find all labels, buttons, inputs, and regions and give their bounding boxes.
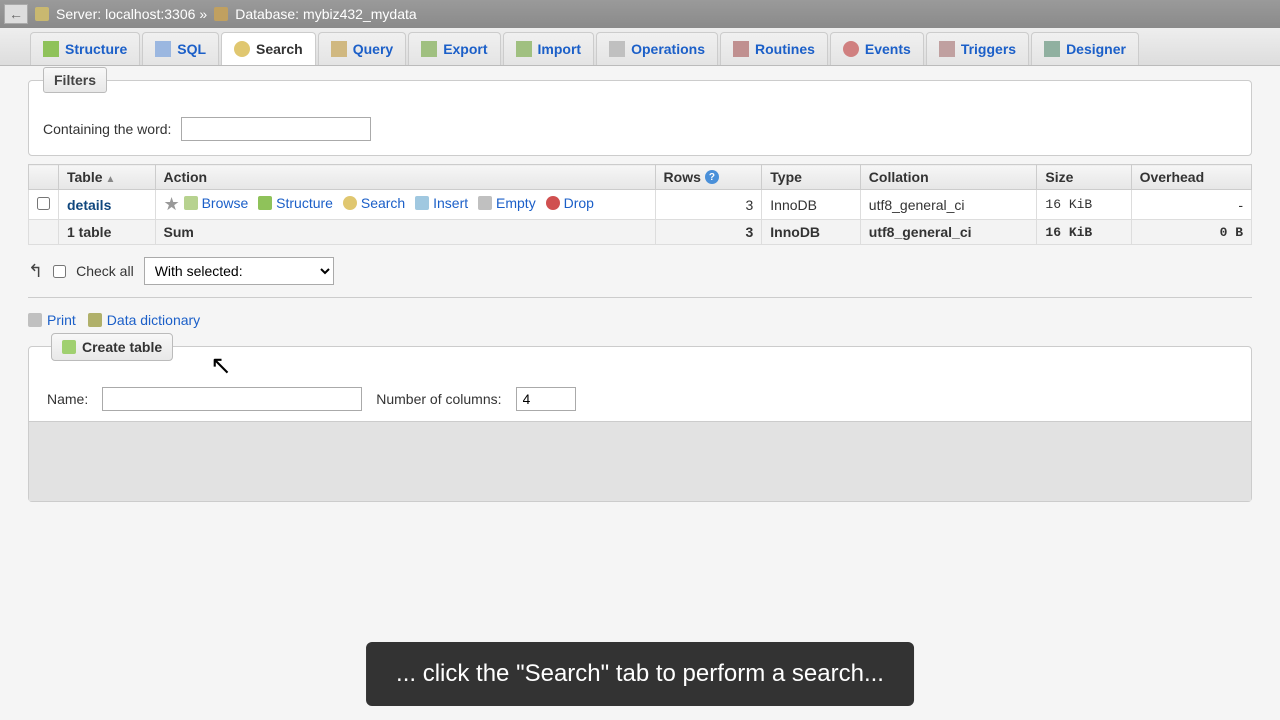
tab-import[interactable]: Import — [503, 32, 595, 65]
name-label: Name: — [47, 391, 88, 407]
empty-link[interactable]: Empty — [478, 195, 536, 211]
up-arrow-icon: ↱ — [28, 261, 43, 282]
tab-operations[interactable]: Operations — [596, 32, 718, 65]
table-name-input[interactable] — [102, 387, 362, 411]
row-checkbox[interactable] — [37, 197, 50, 210]
col-overhead[interactable]: Overhead — [1131, 165, 1251, 190]
database-label: Database: — [235, 6, 299, 22]
export-icon — [421, 41, 437, 57]
query-icon — [331, 41, 347, 57]
tab-structure[interactable]: Structure — [30, 32, 140, 65]
create-table-icon — [62, 340, 76, 354]
help-icon[interactable]: ? — [705, 170, 719, 184]
insert-icon — [415, 196, 429, 210]
database-icon — [214, 7, 228, 21]
designer-icon — [1044, 41, 1060, 57]
back-button[interactable]: ← — [4, 4, 28, 24]
sql-icon — [155, 41, 171, 57]
routines-icon — [733, 41, 749, 57]
create-table-legend: Create table — [51, 333, 173, 361]
events-icon — [843, 41, 859, 57]
create-table-fieldset: Create table Name: Number of columns: — [28, 346, 1252, 502]
drop-link[interactable]: Drop — [546, 195, 594, 211]
tab-routines[interactable]: Routines — [720, 32, 828, 65]
col-action: Action — [155, 165, 655, 190]
tutorial-caption: ... click the "Search" tab to perform a … — [366, 642, 914, 706]
search-icon — [234, 41, 250, 57]
print-icon — [28, 313, 42, 327]
triggers-icon — [939, 41, 955, 57]
sum-tables: 1 table — [59, 220, 156, 245]
tab-search[interactable]: Search — [221, 32, 316, 65]
operations-icon — [609, 41, 625, 57]
structure-icon — [258, 196, 272, 210]
col-collation[interactable]: Collation — [860, 165, 1037, 190]
sum-row: 1 table Sum 3 InnoDB utf8_general_ci 16 … — [29, 220, 1252, 245]
sum-size: 16 KiB — [1037, 220, 1131, 245]
create-table-footer — [29, 421, 1251, 501]
insert-link[interactable]: Insert — [415, 195, 468, 211]
num-columns-input[interactable] — [516, 387, 576, 411]
search-small-icon — [343, 196, 357, 210]
check-all-checkbox[interactable] — [53, 265, 66, 278]
col-type[interactable]: Type — [762, 165, 861, 190]
tables-list: Table▲ Action Rows ? Type Collation Size… — [28, 164, 1252, 245]
table-row: details ★ Browse Structure Search Insert… — [29, 190, 1252, 220]
filters-legend: Filters — [43, 67, 107, 93]
dictionary-icon — [88, 313, 102, 327]
filters-fieldset: Filters Containing the word: — [28, 80, 1252, 156]
row-type: InnoDB — [762, 190, 861, 220]
row-collation: utf8_general_ci — [860, 190, 1037, 220]
data-dictionary-link[interactable]: Data dictionary — [88, 312, 200, 328]
browse-icon — [184, 196, 198, 210]
filter-label: Containing the word: — [43, 121, 171, 137]
server-label: Server: — [56, 6, 101, 22]
sum-overhead: 0 B — [1131, 220, 1251, 245]
sort-asc-icon: ▲ — [106, 174, 116, 185]
row-size: 16 KiB — [1037, 190, 1131, 220]
filter-input[interactable] — [181, 117, 371, 141]
server-name[interactable]: localhost:3306 — [105, 6, 195, 22]
tab-triggers[interactable]: Triggers — [926, 32, 1029, 65]
server-icon — [35, 7, 49, 21]
col-rows[interactable]: Rows ? — [655, 165, 762, 190]
sum-type: InnoDB — [762, 220, 861, 245]
browse-link[interactable]: Browse — [184, 195, 249, 211]
print-link[interactable]: Print — [28, 312, 76, 328]
import-icon — [516, 41, 532, 57]
structure-icon — [43, 41, 59, 57]
structure-link[interactable]: Structure — [258, 195, 333, 211]
with-selected-dropdown[interactable]: With selected: — [144, 257, 334, 285]
sum-collation: utf8_general_ci — [860, 220, 1037, 245]
tab-sql[interactable]: SQL — [142, 32, 219, 65]
breadcrumb: ← Server: localhost:3306 » Database: myb… — [0, 0, 1280, 28]
main-tabs: Structure SQL Search Query Export Import… — [0, 28, 1280, 66]
sum-label: Sum — [155, 220, 655, 245]
col-table[interactable]: Table▲ — [59, 165, 156, 190]
row-overhead: - — [1131, 190, 1251, 220]
col-check — [29, 165, 59, 190]
tab-query[interactable]: Query — [318, 32, 406, 65]
tab-designer[interactable]: Designer — [1031, 32, 1139, 65]
table-name-link[interactable]: details — [67, 197, 111, 213]
database-name[interactable]: mybiz432_mydata — [303, 6, 417, 22]
sum-rows: 3 — [655, 220, 762, 245]
check-all-label[interactable]: Check all — [76, 263, 134, 279]
col-size[interactable]: Size — [1037, 165, 1131, 190]
cols-label: Number of columns: — [376, 391, 501, 407]
favorite-icon[interactable]: ★ — [164, 194, 180, 214]
tab-export[interactable]: Export — [408, 32, 500, 65]
search-link[interactable]: Search — [343, 195, 405, 211]
row-rows: 3 — [655, 190, 762, 220]
drop-icon — [546, 196, 560, 210]
tab-events[interactable]: Events — [830, 32, 924, 65]
empty-icon — [478, 196, 492, 210]
